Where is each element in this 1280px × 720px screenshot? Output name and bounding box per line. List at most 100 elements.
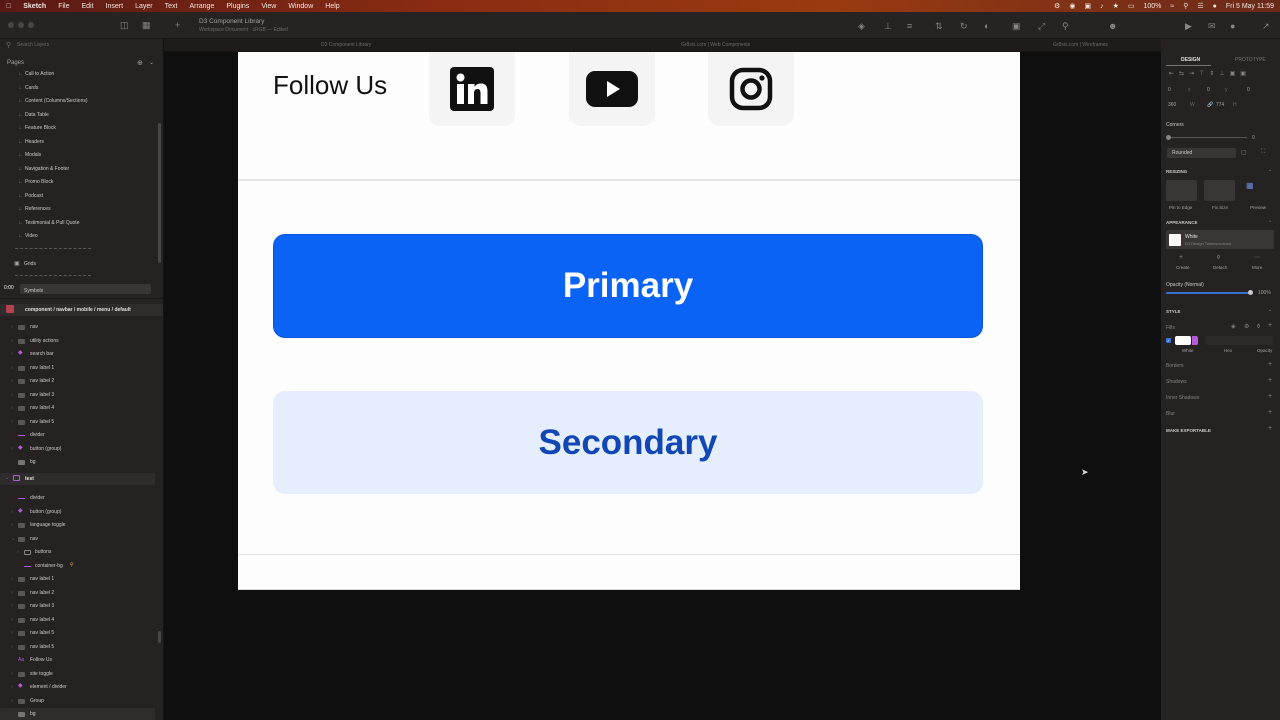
search-input[interactable]: Search Layers [17, 42, 49, 48]
page-modals[interactable]: Modals [25, 152, 41, 158]
chevron-right-icon[interactable]: › [11, 365, 13, 371]
layer-nav-label-5[interactable]: nav label 5 [30, 630, 54, 636]
layer-divider[interactable]: divider [30, 495, 45, 501]
pin-to-edge-button[interactable] [1166, 180, 1197, 201]
zoom-icon[interactable]: ⚲ [1062, 21, 1069, 32]
insert-plus-icon[interactable]: + [175, 20, 180, 30]
add-page-icon[interactable]: ⊕ [137, 59, 143, 67]
opacity-slider-knob[interactable] [1248, 290, 1253, 295]
grid-view-icon[interactable]: ▦ [142, 20, 151, 31]
add-fill-icon[interactable]: + [1268, 322, 1272, 329]
page-testimonial[interactable]: Testimonial & Pull Quote [25, 220, 79, 226]
audio-icon[interactable]: ♪ [1100, 3, 1104, 10]
instagram-tile[interactable] [708, 52, 794, 126]
height-value[interactable]: 774 [1216, 102, 1224, 108]
chevron-right-icon[interactable]: › [11, 576, 13, 582]
selected-symbol-name[interactable]: component / navbar / mobile / menu / def… [25, 307, 131, 313]
chevron-right-icon[interactable]: › [11, 671, 13, 677]
fill-hex-input[interactable] [1206, 336, 1273, 345]
scale-icon[interactable]: ⤢ [1038, 21, 1045, 32]
search-layers[interactable]: ⚲ Search Layers [0, 39, 163, 51]
minimize-window-button[interactable] [18, 22, 24, 28]
menu-view[interactable]: View [261, 3, 276, 10]
layer-group[interactable]: Group [30, 698, 44, 704]
layer-nav-label-2[interactable]: nav label 2 [30, 590, 54, 596]
chevron-down-icon[interactable]: ⌄ [11, 536, 15, 542]
layer-buttons[interactable]: buttons [35, 549, 51, 555]
siri-icon[interactable]: ● [1213, 3, 1217, 10]
control-center-icon[interactable]: ☰ [1197, 2, 1203, 10]
corners-slider-knob[interactable] [1166, 135, 1171, 140]
fill-enabled-checkbox[interactable]: ✓ [1166, 338, 1171, 343]
y-value[interactable]: 0 [1207, 87, 1210, 93]
chevron-down-icon[interactable]: ⌄ [149, 59, 154, 66]
page-promo-block[interactable]: Promo Block [25, 179, 53, 185]
chevron-right-icon[interactable]: › [11, 405, 13, 411]
menu-edit[interactable]: Edit [82, 3, 94, 10]
fix-size-button[interactable] [1204, 180, 1235, 201]
chevron-right-icon[interactable]: › [11, 378, 13, 384]
page-navigation-footer[interactable]: Navigation & Footer [25, 166, 69, 172]
chevron-right-icon[interactable]: › [11, 324, 13, 330]
expand-corners-icon[interactable]: ⛶ [1261, 149, 1265, 156]
apple-icon[interactable]:  [6, 3, 11, 10]
distribute-icon[interactable]: ≡ [907, 21, 912, 31]
sidebar-toggle-icon[interactable]: ◫ [120, 20, 129, 31]
primary-button[interactable]: Primary [273, 234, 983, 338]
add-border-icon[interactable]: + [1268, 361, 1272, 368]
page-symbols[interactable]: Symbols [24, 288, 43, 294]
tab-web-components[interactable]: Gr8sis.com | Web Components [681, 42, 750, 48]
create-style-icon[interactable]: + [1179, 254, 1183, 261]
chevron-right-icon[interactable]: › [11, 351, 13, 357]
layers-scrollbar[interactable] [158, 631, 161, 643]
avatar[interactable]: ● [1230, 21, 1235, 31]
layer-container-bg[interactable]: container-bg [35, 563, 63, 569]
artboard-row[interactable] [0, 473, 155, 485]
page-feature-block[interactable]: Feature Block [25, 125, 56, 131]
opacity-value[interactable]: 100% [1258, 290, 1271, 296]
fill-settings-icon[interactable]: ⚙ [1244, 323, 1249, 330]
chevron-right-icon[interactable]: › [11, 446, 13, 452]
menu-window[interactable]: Window [288, 3, 313, 10]
page-cards[interactable]: Cards [25, 85, 38, 91]
layer-nav[interactable]: nav [30, 324, 38, 330]
layer-nav-label-1[interactable]: nav label 1 [30, 365, 54, 371]
tab-design[interactable]: DESIGN [1181, 57, 1200, 63]
rotate-icon[interactable]: ↻ [960, 21, 968, 32]
add-export-icon[interactable]: + [1268, 425, 1272, 432]
width-value[interactable]: 360 [1168, 102, 1176, 108]
spotlight-search-icon[interactable]: ⚲ [1183, 2, 1188, 10]
layer-nav-label-5[interactable]: nav label 5 [30, 419, 54, 425]
more-icon[interactable]: ⋯ [1254, 254, 1260, 261]
layer-utility-actions[interactable]: utility actions [30, 338, 59, 344]
fill-style-icon[interactable]: ◈ [1231, 323, 1236, 330]
chevron-right-icon[interactable]: › [11, 684, 13, 690]
page-references[interactable]: References [25, 206, 51, 212]
page-call-to-action[interactable]: Call to Action [25, 71, 54, 77]
menu-layer[interactable]: Layer [135, 3, 153, 10]
chevron-right-icon[interactable]: › [11, 419, 13, 425]
chevron-right-icon[interactable]: › [11, 338, 13, 344]
chevron-down-icon[interactable]: ⌄ [5, 475, 9, 481]
layer-bg[interactable]: bg [30, 459, 36, 465]
layer-follow-us[interactable]: Follow Us [30, 657, 52, 663]
page-podcast[interactable]: Podcast [25, 193, 43, 199]
opacity-slider[interactable] [1166, 292, 1253, 294]
align-icon[interactable]: ⊥ [884, 21, 892, 32]
layer-nav-label-1[interactable]: nav label 1 [30, 576, 54, 582]
layer-nav-label-4[interactable]: nav label 4 [30, 617, 54, 623]
status-gear-icon[interactable]: ⚙ [1054, 2, 1060, 10]
record-icon[interactable]: ◉ [1069, 2, 1075, 10]
secondary-button[interactable]: Secondary [273, 391, 983, 494]
pages-scrollbar[interactable] [158, 123, 161, 263]
smooth-corners-icon[interactable]: ▢ [1241, 149, 1247, 156]
layer-nav-label-4[interactable]: nav label 4 [30, 405, 54, 411]
layer-divider[interactable]: divider [30, 432, 45, 438]
menu-help[interactable]: Help [325, 3, 339, 10]
share-icon[interactable]: ↗ [1262, 21, 1270, 32]
symbol-icon[interactable]: ◈ [858, 21, 865, 32]
chevron-down-icon[interactable]: ⌄ [1268, 218, 1272, 224]
bluetooth-icon[interactable]: ★ [1113, 2, 1119, 10]
boolean-icon[interactable]: ◐ [984, 21, 989, 31]
page-data-table[interactable]: Data Table [25, 112, 49, 118]
